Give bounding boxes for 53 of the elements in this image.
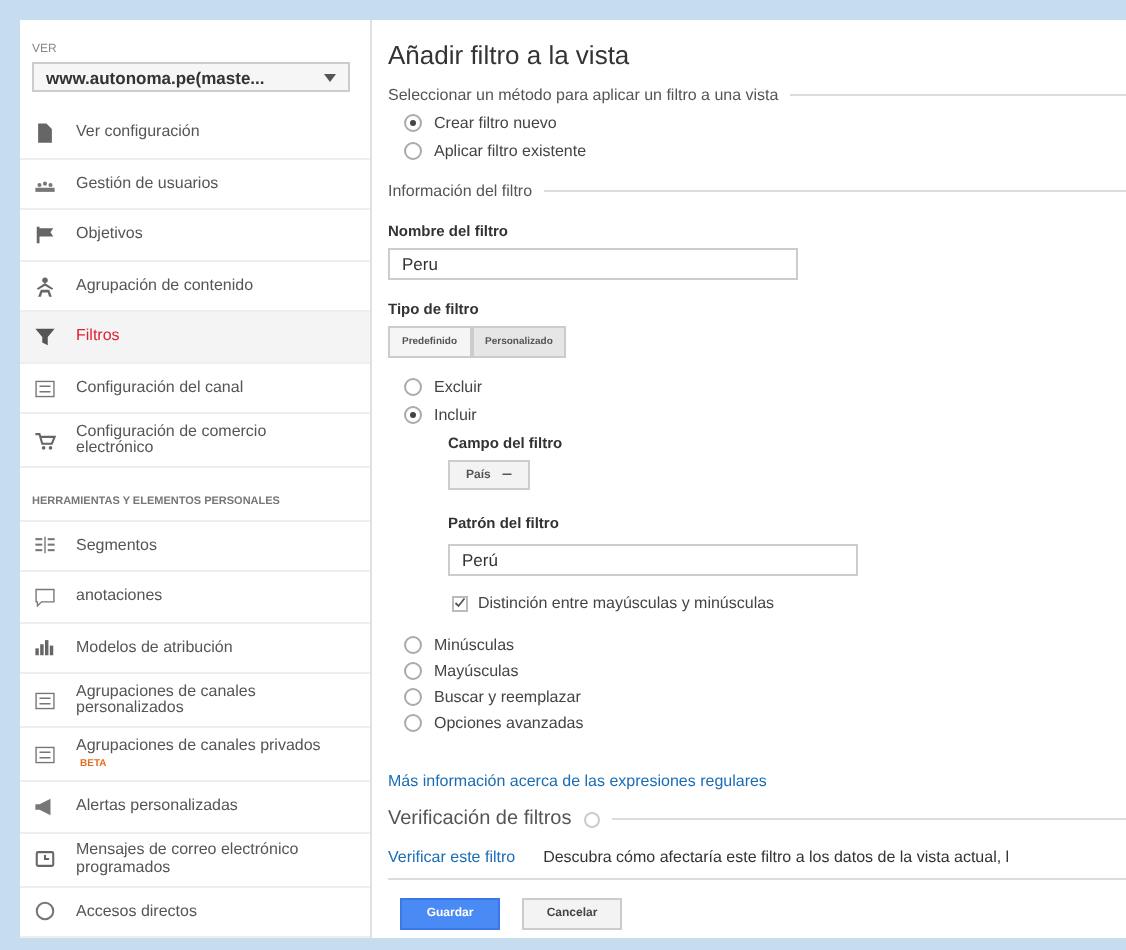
radio-option[interactable]: Incluir [404, 406, 1126, 424]
radio-button[interactable] [404, 662, 422, 680]
radio-option[interactable]: Minúsculas [404, 636, 1126, 654]
sidebar-item[interactable]: Objetivos [20, 210, 370, 262]
comment-icon [34, 585, 56, 608]
sidebar-item[interactable]: Configuración de comercio electrónico [20, 414, 370, 469]
cart-icon [34, 429, 56, 452]
filter-name-field[interactable]: Peru [388, 248, 798, 280]
clock-icon [34, 848, 56, 870]
radio-button[interactable] [404, 378, 422, 396]
radio-button[interactable] [404, 688, 422, 706]
segments-icon [34, 534, 56, 557]
flag-icon [34, 224, 56, 247]
sidebar-item[interactable]: Alertas personalizadas [20, 782, 370, 833]
bar-chart-icon [34, 636, 56, 659]
sidebar-item[interactable]: Ver configuración [20, 108, 370, 160]
radio-button[interactable] [404, 714, 422, 732]
sidebar-item[interactable]: Accesos directos [20, 887, 370, 938]
sidebar-item[interactable]: Segmentos [20, 521, 370, 572]
verify-link[interactable]: Verificar este filtro [388, 848, 516, 866]
radio-option[interactable]: Mayúsculas [404, 662, 1126, 680]
sidebar-item[interactable]: Gestión de usuarios [20, 159, 370, 211]
radio-option[interactable]: Opciones avanzadas [404, 714, 1126, 732]
circle-icon [34, 900, 56, 923]
section-heading: Verificación de filtros [388, 808, 572, 830]
sidebar-item[interactable]: Configuración del canal [20, 363, 370, 415]
sidebar-item[interactable]: Mensajes de correo electrónico programados [20, 833, 370, 887]
person-icon [34, 275, 56, 298]
help-icon[interactable] [583, 811, 600, 827]
radio-option[interactable]: Aplicar filtro existente [404, 142, 1126, 160]
radio-button[interactable] [404, 406, 422, 424]
filter-pattern-field[interactable]: Perú [448, 544, 858, 576]
radio-button[interactable] [404, 636, 422, 654]
document-icon [34, 122, 56, 145]
sidebar-item[interactable]: anotaciones [20, 572, 370, 623]
regex-link[interactable]: Más información acerca de las expresiones regulares [388, 772, 767, 790]
radio-option[interactable]: Excluir [404, 378, 1126, 396]
radio-option[interactable]: Buscar y reemplazar [404, 688, 1126, 706]
checkbox[interactable] [452, 595, 468, 611]
checkbox-label: Distinción entre mayúsculas y minúsculas [478, 594, 775, 612]
page-title: Añadir filtro a la vista [388, 40, 632, 70]
section-heading: Seleccionar un método para aplicar un filtro a una vista [388, 86, 779, 104]
sidebar-item[interactable]: Modelos de atribución [20, 623, 370, 674]
radio-option[interactable]: Crear filtro nuevo [404, 114, 1126, 132]
funnel-icon [34, 326, 56, 349]
view-select[interactable]: www.autonoma.pe(maste... [32, 62, 350, 93]
sidebar-item[interactable]: Filtros [20, 312, 370, 364]
section-heading: Información del filtro [388, 182, 533, 200]
radio-button[interactable] [404, 142, 422, 160]
verify-description: Descubra cómo afectaría este filtro a los datos de la vista actual, l [543, 848, 1010, 866]
sidebar-item[interactable]: Agrupaciones de canales personalizados [20, 674, 370, 728]
megaphone-icon [34, 795, 56, 818]
radio-button[interactable] [404, 114, 422, 132]
